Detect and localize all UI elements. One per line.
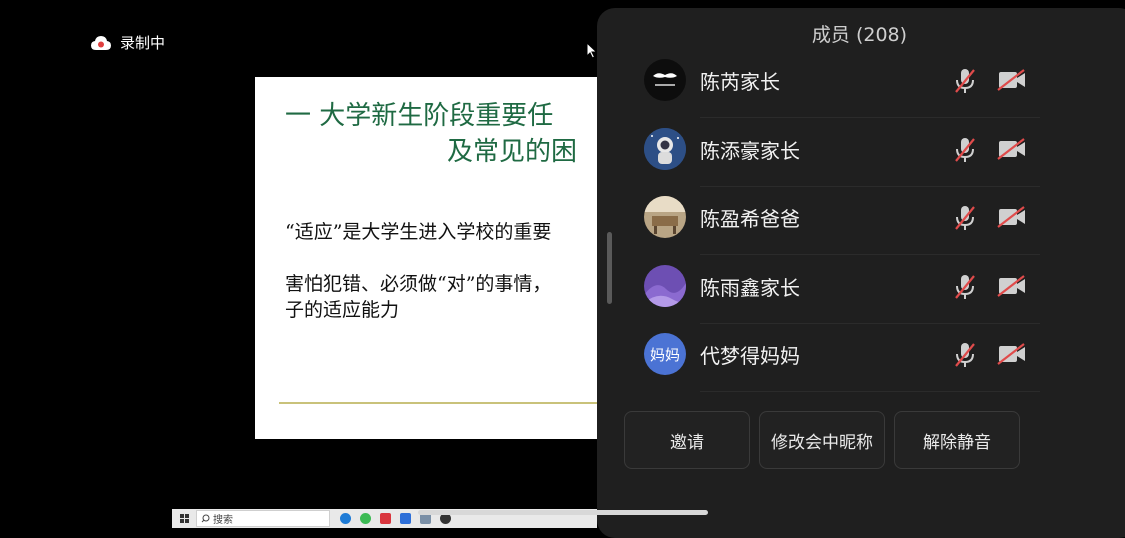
members-panel: 成员 (208) 陈芮家长 陈添豪家长 陈盈希爸爸 陈雨鑫家长 妈妈 代梦得妈妈… (597, 8, 1125, 538)
camera-off-icon[interactable] (997, 206, 1027, 228)
member-name: 陈盈希爸爸 (700, 207, 800, 231)
slide-title-line1: 一 大学新生阶段重要任 (285, 101, 554, 131)
slide-divider (279, 402, 615, 404)
slide-paragraph-2-line2: 子的适应能力 (285, 299, 400, 321)
browser-icon[interactable] (360, 513, 371, 524)
shared-slide: 一 大学新生阶段重要任 及常见的困 “适应”是大学生进入学校的重要 害怕犯错、必… (255, 77, 615, 439)
camera-off-icon[interactable] (997, 275, 1027, 297)
app-icon[interactable] (400, 513, 411, 524)
camera-off-icon[interactable] (997, 69, 1027, 91)
member-separator (700, 254, 1040, 255)
slide-paragraph-2-line1: 害怕犯错、必须做“对”的事情， (285, 273, 552, 295)
member-separator (700, 391, 1040, 392)
member-row[interactable]: 陈添豪家长 (644, 124, 1044, 187)
taskbar-search-placeholder: 搜索 (213, 515, 233, 526)
member-name: 陈芮家长 (700, 70, 780, 94)
text-avatar: 妈妈 (644, 333, 686, 375)
member-name: 陈添豪家长 (700, 139, 800, 163)
lavender-avatar (644, 265, 686, 307)
edge-browser-icon[interactable] (340, 513, 351, 524)
mustache-avatar (644, 59, 686, 101)
member-separator (700, 186, 1040, 187)
member-separator (700, 323, 1040, 324)
home-indicator-bar[interactable] (418, 510, 708, 515)
member-row[interactable]: 陈盈希爸爸 (644, 192, 1044, 255)
unmute-button[interactable]: 解除静音 (894, 411, 1020, 469)
room-photo-avatar (644, 196, 686, 238)
member-row[interactable]: 陈芮家长 (644, 55, 1044, 118)
mic-muted-icon[interactable] (954, 136, 976, 164)
astronaut-avatar (644, 128, 686, 170)
invite-button[interactable]: 邀请 (624, 411, 750, 469)
member-row[interactable]: 陈雨鑫家长 (644, 261, 1044, 324)
mic-muted-icon[interactable] (954, 273, 976, 301)
camera-off-icon[interactable] (997, 138, 1027, 160)
members-scrollbar[interactable] (607, 232, 612, 304)
member-separator (700, 117, 1040, 118)
cloud-record-icon (91, 35, 111, 50)
mic-muted-icon[interactable] (954, 341, 976, 369)
recording-indicator: 录制中 (90, 32, 165, 53)
slide-paragraph-1: “适应”是大学生进入学校的重要 (285, 221, 552, 243)
mic-muted-icon[interactable] (954, 67, 976, 95)
member-row[interactable]: 妈妈 代梦得妈妈 (644, 329, 1044, 392)
slide-title-line2: 及常见的困 (447, 137, 578, 167)
mic-muted-icon[interactable] (954, 204, 976, 232)
camera-off-icon[interactable] (997, 343, 1027, 365)
windows-start-icon[interactable] (180, 514, 190, 524)
rename-nickname-button[interactable]: 修改会中昵称 (759, 411, 885, 469)
wps-office-icon[interactable] (380, 513, 391, 524)
member-name: 陈雨鑫家长 (700, 276, 800, 300)
search-icon (201, 514, 210, 523)
members-panel-title: 成员 (208) (811, 24, 908, 46)
member-name: 代梦得妈妈 (700, 344, 800, 368)
recording-label: 录制中 (120, 34, 166, 52)
taskbar-search-box[interactable]: 搜索 (196, 510, 330, 527)
